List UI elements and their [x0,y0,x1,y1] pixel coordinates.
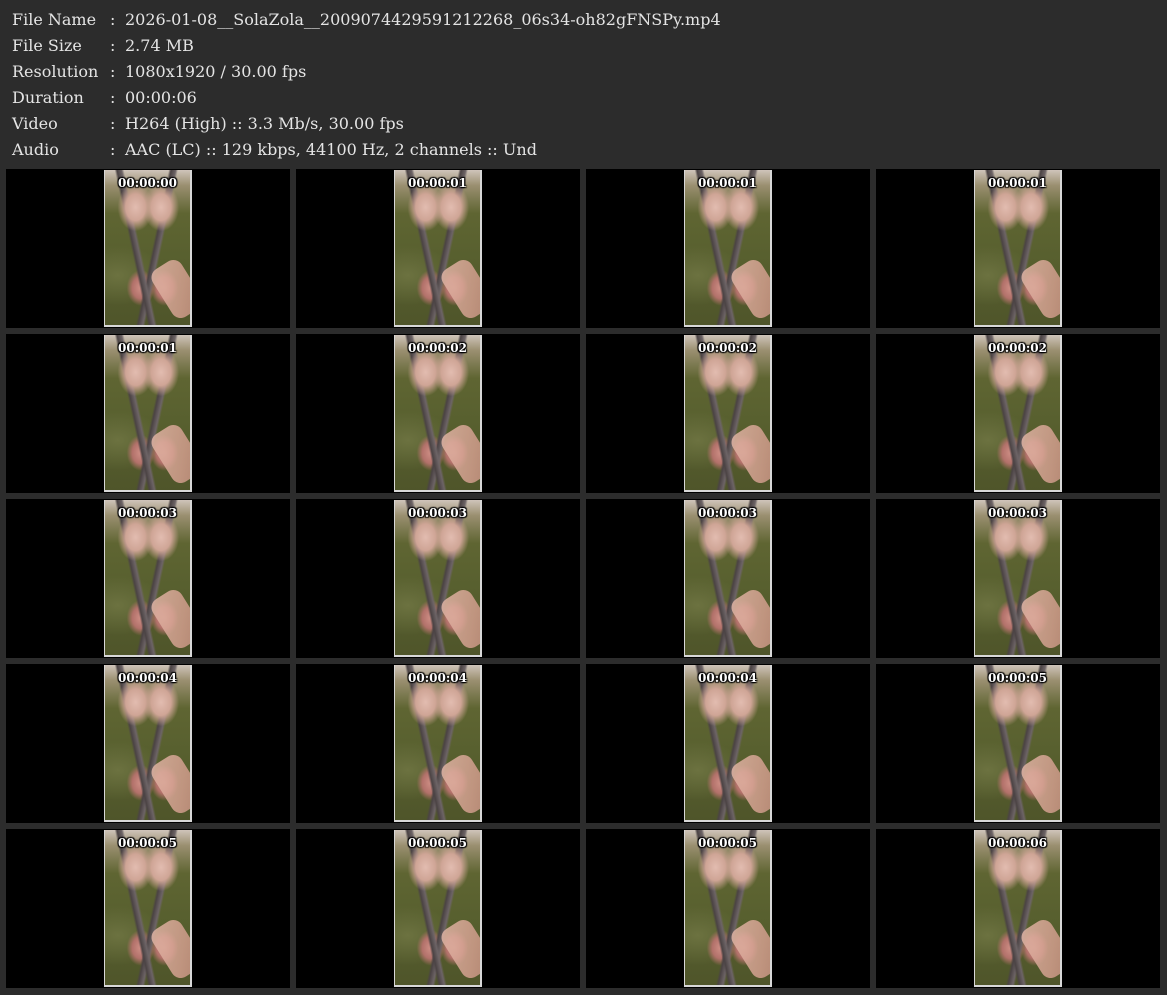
thumbnail-cell[interactable]: 00:00:03 [586,499,870,658]
thumbnail-cell[interactable]: 00:00:02 [876,334,1160,493]
info-separator: : [110,140,116,159]
thumbnail-cell[interactable]: 00:00:05 [876,664,1160,823]
info-separator: : [110,88,116,107]
thumbnail-timestamp: 00:00:06 [988,836,1047,850]
thumbnail-cell[interactable]: 00:00:03 [876,499,1160,658]
info-label: File Size [12,36,82,55]
info-row-resolution: Resolution:1080x1920 / 30.00 fps [12,59,1152,85]
thumbnail-timestamp: 00:00:01 [118,341,177,355]
info-row-audio: Audio: AAC (LC) :: 129 kbps, 44100 Hz, 2 … [12,137,1152,163]
info-value: 2.74 MB [125,36,194,55]
info-label: Video [12,114,58,133]
thumbnail-image: 00:00:01 [684,170,772,327]
thumbnail-image: 00:00:05 [394,830,482,987]
thumbnail-timestamp: 00:00:00 [118,176,177,190]
thumbnail-timestamp: 00:00:05 [118,836,177,850]
thumbnail-image: 00:00:05 [104,830,192,987]
thumbnail-cell[interactable]: 00:00:04 [6,664,290,823]
thumbnail-cell[interactable]: 00:00:01 [586,169,870,328]
info-separator: : [110,62,116,81]
info-row-duration: Duration:00:00:06 [12,85,1152,111]
thumbnail-image: 00:00:03 [104,500,192,657]
info-row-file-name: File Name:2026-01-08__SolaZola__20090744… [12,7,1152,33]
thumbnail-image: 00:00:00 [104,170,192,327]
thumbnail-image: 00:00:05 [684,830,772,987]
thumbnail-timestamp: 00:00:05 [408,836,467,850]
info-separator: : [110,36,116,55]
info-value: 00:00:06 [125,88,197,107]
thumbnail-timestamp: 00:00:01 [698,176,757,190]
thumbnail-image: 00:00:03 [684,500,772,657]
thumbnail-cell[interactable]: 00:00:05 [6,829,290,988]
thumbnail-cell[interactable]: 00:00:03 [296,499,580,658]
thumbnail-cell[interactable]: 00:00:05 [586,829,870,988]
thumbnail-image: 00:00:04 [394,665,482,822]
info-label: Duration [12,88,84,107]
thumbnail-image: 00:00:03 [974,500,1062,657]
thumbnail-image: 00:00:06 [974,830,1062,987]
thumbnail-timestamp: 00:00:02 [408,341,467,355]
info-value: 2026-01-08__SolaZola__200907442959121226… [125,10,721,29]
thumbnail-image: 00:00:01 [394,170,482,327]
thumbnail-timestamp: 00:00:03 [698,506,757,520]
thumbnail-image: 00:00:05 [974,665,1062,822]
info-value: AAC (LC) :: 129 kbps, 44100 Hz, 2 channe… [125,140,537,159]
thumbnail-image: 00:00:04 [104,665,192,822]
thumbnail-cell[interactable]: 00:00:01 [296,169,580,328]
thumbnail-cell[interactable]: 00:00:05 [296,829,580,988]
thumbnail-timestamp: 00:00:05 [698,836,757,850]
thumbnail-image: 00:00:02 [974,335,1062,492]
thumbnail-image: 00:00:01 [104,335,192,492]
info-separator: : [110,114,116,133]
thumbnail-timestamp: 00:00:02 [698,341,757,355]
info-label: File Name [12,10,97,29]
thumbnail-cell[interactable]: 00:00:03 [6,499,290,658]
thumbnail-timestamp: 00:00:03 [408,506,467,520]
thumbnail-timestamp: 00:00:01 [988,176,1047,190]
thumbnail-grid: 00:00:00 00:00:01 00:00:01 00:00:01 00:0… [6,169,1162,991]
thumbnail-image: 00:00:02 [394,335,482,492]
thumbnail-timestamp: 00:00:04 [118,671,177,685]
info-value: 1080x1920 / 30.00 fps [125,62,307,81]
info-row-video: Video: H264 (High) :: 3.3 Mb/s, 30.00 fps [12,111,1152,137]
thumbnail-timestamp: 00:00:04 [698,671,757,685]
thumbnail-image: 00:00:03 [394,500,482,657]
thumbnail-cell[interactable]: 00:00:00 [6,169,290,328]
thumbnail-timestamp: 00:00:01 [408,176,467,190]
thumbnail-cell[interactable]: 00:00:02 [586,334,870,493]
thumbnail-cell[interactable]: 00:00:02 [296,334,580,493]
thumbnail-cell[interactable]: 00:00:04 [586,664,870,823]
thumbnail-timestamp: 00:00:03 [118,506,177,520]
info-row-file-size: File Size:2.74 MB [12,33,1152,59]
info-label: Resolution [12,62,99,81]
info-panel: File Name:2026-01-08__SolaZola__20090744… [12,7,1152,163]
thumbnail-timestamp: 00:00:03 [988,506,1047,520]
thumbnail-timestamp: 00:00:02 [988,341,1047,355]
thumbnail-cell[interactable]: 00:00:01 [6,334,290,493]
info-value: H264 (High) :: 3.3 Mb/s, 30.00 fps [125,114,404,133]
thumbnail-image: 00:00:01 [974,170,1062,327]
info-label: Audio [12,140,59,159]
thumbnail-timestamp: 00:00:05 [988,671,1047,685]
thumbnail-cell[interactable]: 00:00:06 [876,829,1160,988]
thumbnail-image: 00:00:04 [684,665,772,822]
thumbnail-image: 00:00:02 [684,335,772,492]
thumbnail-cell[interactable]: 00:00:04 [296,664,580,823]
info-separator: : [110,10,116,29]
thumbnail-cell[interactable]: 00:00:01 [876,169,1160,328]
thumbnail-timestamp: 00:00:04 [408,671,467,685]
